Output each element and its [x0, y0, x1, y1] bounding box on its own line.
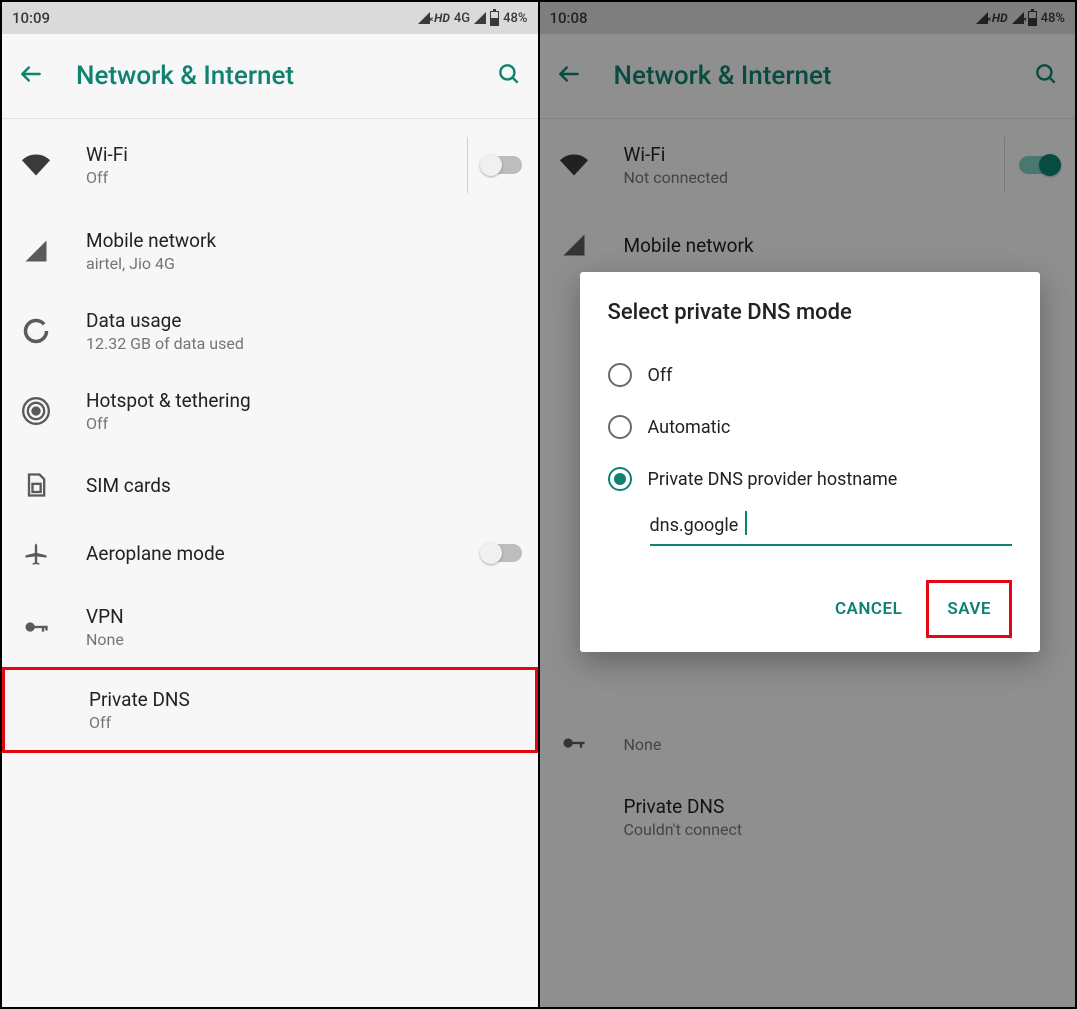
radio-host-label: Private DNS provider hostname	[648, 469, 898, 490]
mobile-title: Mobile network	[624, 234, 1060, 257]
search-button[interactable]	[1019, 61, 1059, 91]
mobile-network-item[interactable]: Mobile network	[540, 211, 1076, 279]
status-time: 10:08	[550, 9, 588, 27]
save-highlight: SAVE	[926, 580, 1012, 638]
wifi-switch[interactable]	[1019, 156, 1059, 174]
dialog-actions: CANCEL SAVE	[608, 580, 1013, 638]
radio-icon	[608, 415, 632, 439]
dialog-title: Select private DNS mode	[608, 300, 1013, 325]
battery-text: 48%	[1041, 11, 1065, 26]
arrow-left-icon	[556, 61, 582, 87]
cancel-button[interactable]: CANCEL	[821, 587, 916, 631]
divider	[1004, 137, 1005, 193]
back-button[interactable]	[556, 61, 596, 91]
hotspot-icon	[22, 397, 86, 425]
vpn-title: VPN	[86, 605, 522, 628]
mobile-title: Mobile network	[86, 229, 522, 252]
app-bar: Network & Internet	[540, 34, 1076, 119]
sim-cards-item[interactable]: SIM cards	[2, 451, 538, 519]
hotspot-sub: Off	[86, 414, 522, 433]
app-bar: Network & Internet	[2, 34, 538, 119]
aero-title: Aeroplane mode	[86, 542, 482, 565]
hd-icon: HD	[434, 11, 450, 25]
arrow-left-icon	[18, 61, 44, 87]
mobile-network-item[interactable]: Mobile network airtel, Jio 4G	[2, 211, 538, 291]
radio-icon	[608, 363, 632, 387]
wifi-item[interactable]: Wi-Fi Not connected	[540, 119, 1076, 211]
private-dns-item[interactable]: Private DNS Off	[2, 667, 538, 753]
hd-icon: HD	[992, 11, 1008, 25]
settings-list: Wi-Fi Off Mobile network airtel, Jio 4G	[2, 119, 538, 753]
screenshot-left: 10:09 HD 4G 48% Network & Internet	[2, 2, 540, 1007]
vpn-key-icon	[22, 613, 86, 641]
private-dns-item[interactable]: Private DNS Couldn't connect	[540, 777, 1076, 857]
page-title: Network & Internet	[596, 61, 1020, 91]
hotspot-title: Hotspot & tethering	[86, 389, 522, 412]
data-sub: 12.32 GB of data used	[86, 334, 522, 353]
screenshot-right: 10:08 HD 48% Network & Internet	[540, 2, 1077, 1007]
sim-title: SIM cards	[86, 474, 522, 497]
status-icons: HD 48%	[976, 11, 1065, 26]
vpn-sub: None	[86, 630, 522, 649]
radio-off-label: Off	[648, 365, 673, 386]
search-button[interactable]	[482, 61, 522, 91]
radio-auto-label: Automatic	[648, 417, 731, 438]
wifi-switch[interactable]	[482, 156, 522, 174]
wifi-sub: Off	[86, 168, 453, 187]
hostname-input[interactable]	[650, 509, 1013, 546]
wifi-title: Wi-Fi	[624, 143, 991, 166]
search-icon	[496, 61, 522, 87]
battery-icon	[1028, 11, 1037, 26]
wifi-icon	[22, 151, 86, 179]
radio-automatic[interactable]: Automatic	[608, 401, 1013, 453]
signal-nodata-icon	[976, 12, 988, 24]
signal-nodata-icon	[1012, 12, 1024, 24]
data-usage-icon	[22, 317, 86, 345]
data-title: Data usage	[86, 309, 522, 332]
pdns-title: Private DNS	[89, 688, 519, 711]
mobile-sub: airtel, Jio 4G	[86, 254, 522, 273]
save-button[interactable]: SAVE	[933, 587, 1005, 631]
data-usage-item[interactable]: Data usage 12.32 GB of data used	[2, 291, 538, 371]
battery-text: 48%	[503, 11, 527, 26]
wifi-icon	[560, 151, 624, 179]
radio-icon-selected	[608, 467, 632, 491]
private-dns-dialog: Select private DNS mode Off Automatic Pr…	[580, 272, 1041, 652]
status-icons: HD 4G 48%	[418, 11, 527, 26]
back-button[interactable]	[18, 61, 58, 91]
aeroplane-switch[interactable]	[482, 544, 522, 562]
vpn-item[interactable]: VPN None	[2, 587, 538, 667]
airplane-icon	[22, 539, 86, 567]
status-bar: 10:08 HD 48%	[540, 2, 1076, 34]
pdns-sub: Couldn't connect	[624, 820, 1060, 839]
radio-hostname[interactable]: Private DNS provider hostname	[608, 453, 1013, 505]
signal-icon	[560, 231, 624, 259]
signal-nodata-icon	[418, 12, 430, 24]
vpn-item[interactable]: None	[540, 709, 1076, 777]
radio-off[interactable]: Off	[608, 349, 1013, 401]
wifi-item[interactable]: Wi-Fi Off	[2, 119, 538, 211]
sim-icon	[22, 471, 86, 499]
network-type: 4G	[454, 11, 470, 26]
pdns-sub: Off	[89, 713, 519, 732]
page-title: Network & Internet	[58, 61, 482, 91]
search-icon	[1033, 61, 1059, 87]
hotspot-item[interactable]: Hotspot & tethering Off	[2, 371, 538, 451]
signal-icon	[474, 12, 486, 24]
vpn-sub: None	[624, 735, 1060, 754]
status-time: 10:09	[12, 9, 50, 27]
battery-icon	[490, 11, 499, 26]
wifi-title: Wi-Fi	[86, 143, 453, 166]
aeroplane-item[interactable]: Aeroplane mode	[2, 519, 538, 587]
divider	[467, 137, 468, 193]
text-caret	[745, 511, 747, 535]
hostname-field-wrap	[650, 509, 1013, 546]
vpn-key-icon	[560, 729, 624, 757]
wifi-sub: Not connected	[624, 168, 991, 187]
pdns-title: Private DNS	[624, 795, 1060, 818]
status-bar: 10:09 HD 4G 48%	[2, 2, 538, 34]
signal-icon	[22, 237, 86, 265]
